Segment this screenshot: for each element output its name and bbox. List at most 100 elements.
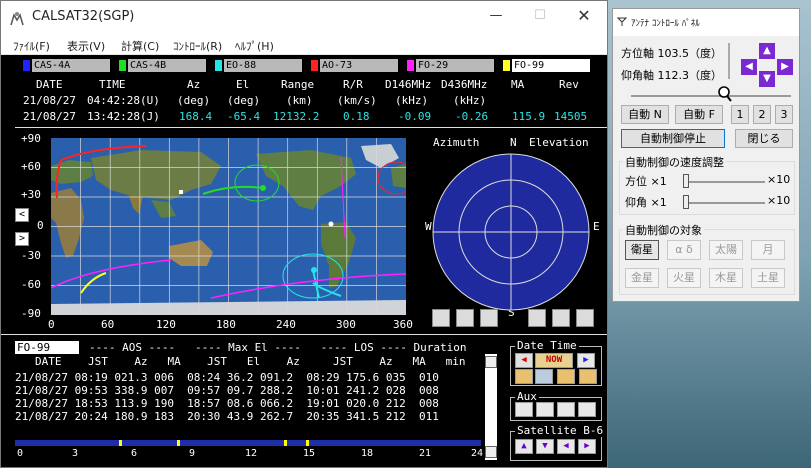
target-venus-button[interactable]: 金星 <box>625 268 659 288</box>
target-saturn-button[interactable]: 土星 <box>751 268 785 288</box>
pass-satellite-field[interactable]: FO-99 <box>15 341 79 354</box>
left-button[interactable]: ◀ <box>741 59 757 75</box>
target-jupiter-button[interactable]: 木星 <box>709 268 743 288</box>
earth-view-button[interactable] <box>552 309 570 327</box>
pass-header: ---- AOS ---- ---- Max El ---- ---- LOS … <box>89 341 467 354</box>
legend-cas-4a[interactable]: CAS-4A <box>23 59 113 72</box>
az-speed-slider[interactable] <box>683 181 765 183</box>
el-speed-knob[interactable] <box>683 195 689 209</box>
legend-fo-99[interactable]: FO-99 <box>503 59 593 72</box>
col-rev: Rev <box>559 78 579 91</box>
pass-scrollbar[interactable] <box>485 354 497 460</box>
globe-view-button[interactable] <box>456 309 474 327</box>
world-map[interactable] <box>51 138 406 315</box>
az-speed-knob[interactable] <box>683 174 689 188</box>
auto-control-stop-button[interactable]: 自動制御停止 <box>621 129 725 148</box>
pass-list[interactable]: 21/08/27 08:19 021.3 006 08:24 36.2 091.… <box>15 371 481 431</box>
aux-button-2[interactable] <box>536 402 554 417</box>
el-speed-slider[interactable] <box>683 202 765 204</box>
legend-swatch <box>407 60 414 71</box>
sun-view-button[interactable] <box>480 309 498 327</box>
legend-swatch <box>503 60 510 71</box>
menu-calc[interactable]: 計算(C) <box>121 38 159 54</box>
minimize-button[interactable]: — <box>475 1 517 33</box>
target-alpha-delta-button[interactable]: α δ <box>667 240 701 260</box>
datetime-title: Date Time <box>515 339 579 352</box>
aux-button-4[interactable] <box>578 402 596 417</box>
menu-view[interactable]: 表示(V) <box>67 38 105 54</box>
zoom-map-button[interactable] <box>432 309 450 327</box>
polar-plot[interactable] <box>431 152 591 312</box>
col-d146: D146MHz <box>385 78 432 91</box>
radar-view-button[interactable] <box>576 309 594 327</box>
timeline-label: 3 <box>72 448 79 459</box>
vertical-slider[interactable] <box>728 43 730 79</box>
scroll-down-button[interactable] <box>485 446 497 458</box>
aux-button-1[interactable] <box>515 402 533 417</box>
right-button[interactable]: ▶ <box>777 59 793 75</box>
target-moon-button[interactable]: 月 <box>751 240 785 260</box>
antenna-control-panel: ｱﾝﾃﾅ ｺﾝﾄﾛｰﾙ ﾊﾟﾈﾙ 方位軸 103.5（度） 仰角軸 112.3（… <box>612 8 800 302</box>
scroll-right-button[interactable]: > <box>15 232 29 246</box>
legend-cas-4b[interactable]: CAS-4B <box>119 59 209 72</box>
value-d436: -0.26 <box>455 110 489 123</box>
pass-row: 21/08/27 08:19 021.3 006 08:24 36.2 091.… <box>15 371 439 384</box>
minute-button[interactable] <box>579 369 597 384</box>
up-arrow-icon: ▲ <box>763 45 771 56</box>
down-arrow-icon: ▼ <box>542 441 548 451</box>
prev-button[interactable]: ◀ <box>515 353 533 368</box>
legend-eo-88[interactable]: EO-88 <box>215 59 305 72</box>
magnifier-icon[interactable] <box>717 85 733 103</box>
scroll-up-button[interactable] <box>485 356 497 368</box>
pass-marker <box>177 440 180 446</box>
aux-button-3[interactable] <box>557 402 575 417</box>
menu-file[interactable]: ﾌｧｲﾙ(F) <box>13 38 50 54</box>
az-speed-label: 方位 ×1 <box>625 175 667 188</box>
lon-label: 180 <box>216 318 236 331</box>
menu-help[interactable]: ﾍﾙﾌﾟ(H) <box>235 38 274 54</box>
sat-left-button[interactable]: ◀ <box>557 439 575 454</box>
lat-label: -30 <box>21 249 41 262</box>
target-sun-button[interactable]: 太陽 <box>709 240 743 260</box>
grid-view-button[interactable] <box>528 309 546 327</box>
lon-label: 360 <box>393 318 413 331</box>
preset-1-button[interactable]: 1 <box>731 105 749 124</box>
preset-3-button[interactable]: 3 <box>775 105 793 124</box>
auto-f-button[interactable]: 自動 F <box>675 105 723 124</box>
right-arrow-icon: ▶ <box>583 355 589 365</box>
preset-2-button[interactable]: 2 <box>753 105 771 124</box>
lon-label: 0 <box>48 318 55 331</box>
lat-label: 0 <box>37 219 44 232</box>
target-mars-button[interactable]: 火星 <box>667 268 701 288</box>
app-icon <box>10 12 24 26</box>
sat-up-button[interactable]: ▲ <box>515 439 533 454</box>
sat-right-button[interactable]: ▶ <box>578 439 596 454</box>
timeline-label: 9 <box>189 448 196 459</box>
auto-n-button[interactable]: 自動 N <box>621 105 669 124</box>
hour-button[interactable] <box>557 369 575 384</box>
menu-control[interactable]: ｺﾝﾄﾛｰﾙ(R) <box>173 38 222 54</box>
up-button[interactable]: ▲ <box>759 43 775 59</box>
scroll-left-button[interactable]: < <box>15 208 29 222</box>
next-button[interactable]: ▶ <box>577 353 595 368</box>
legend-fo-29[interactable]: FO-29 <box>407 59 497 72</box>
close-button[interactable]: ✕ <box>563 1 605 33</box>
maximize-button[interactable]: ☐ <box>519 1 561 33</box>
target-satellite-button[interactable]: 衛星 <box>625 240 659 260</box>
jst-time: 13:42:28(J) <box>87 110 160 123</box>
close-panel-button[interactable]: 閉じる <box>735 129 793 148</box>
horizontal-slider[interactable] <box>631 95 791 97</box>
day-button[interactable] <box>535 369 553 384</box>
week-button[interactable] <box>515 369 533 384</box>
elevation-readout: 仰角軸 112.3（度） <box>621 69 722 82</box>
down-button[interactable]: ▼ <box>759 71 775 87</box>
el-speed-label: 仰角 ×1 <box>625 196 667 209</box>
main-content: CAS-4A CAS-4B EO-88 AO-73 FO-29 FO-99 DA… <box>1 56 607 467</box>
lat-label: +90 <box>21 132 41 145</box>
col-range: Range <box>281 78 315 91</box>
sat-down-button[interactable]: ▼ <box>536 439 554 454</box>
target-group-title: 自動制御の対象 <box>623 222 704 238</box>
unit-d436: (kHz) <box>453 94 487 107</box>
legend-ao-73[interactable]: AO-73 <box>311 59 401 72</box>
now-button[interactable]: NOW <box>535 353 573 368</box>
